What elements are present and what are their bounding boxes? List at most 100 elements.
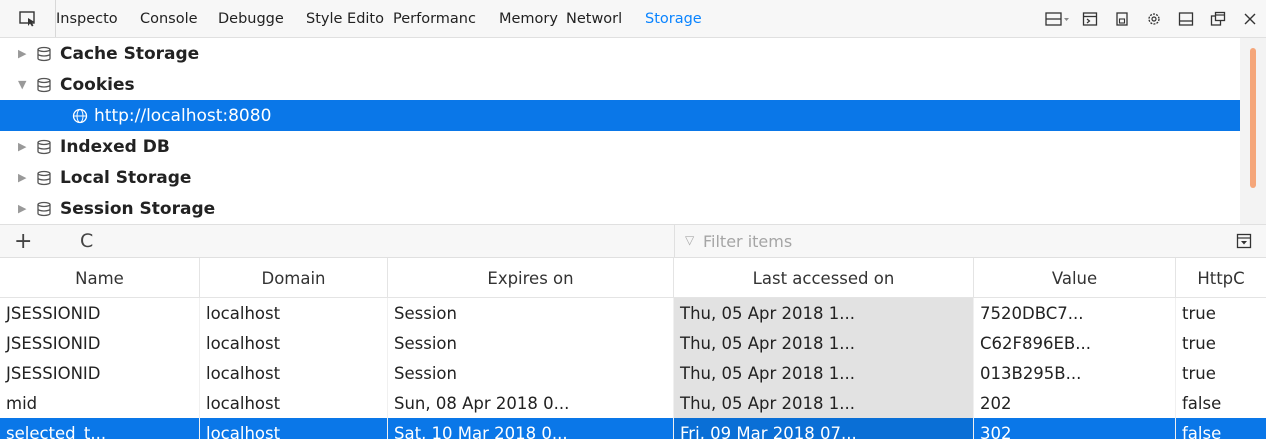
screenshot-button[interactable] xyxy=(1106,0,1138,37)
cell-last-accessed: Thu, 05 Apr 2018 1... xyxy=(674,388,974,418)
responsive-design-button[interactable] xyxy=(1042,0,1074,37)
expand-arrow-icon[interactable]: ▶ xyxy=(18,140,36,153)
expand-arrow-icon[interactable]: ▶ xyxy=(18,47,36,60)
column-header-expires[interactable]: Expires on xyxy=(388,258,674,298)
column-header-httponly[interactable]: HttpC xyxy=(1176,258,1266,298)
cell-expires: Session xyxy=(388,328,674,358)
undock-icon xyxy=(1210,11,1226,26)
tab-console[interactable]: Console xyxy=(140,11,212,27)
column-header-last-accessed[interactable]: Last accessed on xyxy=(674,258,974,298)
tree-item-cookie-host[interactable]: http://localhost:8080 xyxy=(0,100,1240,131)
tool-tabs: Inspecto Console Debugge Style Edito Per… xyxy=(56,0,718,37)
tree-item-cache-storage[interactable]: ▶ Cache Storage xyxy=(0,38,1240,69)
tree-item-label: Indexed DB xyxy=(60,136,170,157)
cell-httponly: false xyxy=(1176,418,1266,439)
cell-domain: localhost xyxy=(200,298,388,328)
picker-icon xyxy=(18,10,35,26)
settings-icon xyxy=(1148,13,1160,25)
devtools-toolbar: Inspecto Console Debugge Style Edito Per… xyxy=(0,0,1266,38)
table-header: Name Domain Expires on Last accessed on … xyxy=(0,258,1266,298)
tab-performance[interactable]: Performanc xyxy=(393,11,493,27)
cell-httponly: true xyxy=(1182,363,1216,383)
expand-arrow-icon[interactable]: ▶ xyxy=(18,202,36,215)
storage-tree: ▶ Cache Storage ▼ Cookies http://localho… xyxy=(0,38,1240,224)
cell-name: JSESSIONID xyxy=(0,328,200,358)
undock-button[interactable] xyxy=(1202,0,1234,37)
cell-last-accessed: Thu, 05 Apr 2018 1... xyxy=(674,358,974,388)
tab-storage[interactable]: Storage xyxy=(645,11,712,27)
tree-item-label: Session Storage xyxy=(60,198,216,219)
tab-memory[interactable]: Memory xyxy=(499,11,560,27)
screenshot-icon xyxy=(1116,12,1128,26)
filter-input[interactable] xyxy=(703,231,1232,251)
tab-inspector[interactable]: Inspecto xyxy=(56,11,134,27)
filter-box: ▽ xyxy=(674,225,1232,257)
cell-name: JSESSIONID xyxy=(0,358,200,388)
tree-item-local-storage[interactable]: ▶ Local Storage xyxy=(0,162,1240,193)
database-icon xyxy=(36,139,60,155)
sidebar-toggle-button[interactable] xyxy=(1234,231,1254,251)
cookies-table: Name Domain Expires on Last accessed on … xyxy=(0,258,1266,439)
cell-httponly: false xyxy=(1182,393,1222,413)
tree-item-cookies[interactable]: ▼ Cookies xyxy=(0,69,1240,100)
database-icon xyxy=(36,170,60,186)
tree-item-indexed-db[interactable]: ▶ Indexed DB xyxy=(0,131,1240,162)
cell-expires: Session xyxy=(388,358,674,388)
tab-style-editor[interactable]: Style Edito xyxy=(306,11,387,27)
column-header-value[interactable]: Value xyxy=(974,258,1176,298)
cell-expires: Session xyxy=(388,298,674,328)
cell-expires: Sun, 08 Apr 2018 0... xyxy=(388,388,674,418)
table-row-selected[interactable]: selected_t... localhost Sat, 10 Mar 2018… xyxy=(0,418,1266,439)
split-console-button[interactable] xyxy=(1074,0,1106,37)
cell-domain: localhost xyxy=(200,328,388,358)
cell-expires: Sat, 10 Mar 2018 0... xyxy=(388,418,674,439)
cell-domain: localhost xyxy=(200,418,388,439)
responsive-icon xyxy=(1045,12,1069,26)
sidebar-toggle-icon xyxy=(1236,233,1252,249)
cell-value: 202 xyxy=(974,388,1176,418)
storage-toolbar: + C ▽ xyxy=(0,224,1266,258)
cell-last-accessed: Thu, 05 Apr 2018 1... xyxy=(674,298,974,328)
collapse-arrow-icon[interactable]: ▼ xyxy=(18,78,36,91)
tree-item-session-storage[interactable]: ▶ Session Storage xyxy=(0,193,1240,224)
tree-item-label: Local Storage xyxy=(60,167,192,188)
cell-domain: localhost xyxy=(200,358,388,388)
database-icon xyxy=(36,77,60,93)
cell-value: C62F896EB... xyxy=(974,328,1176,358)
dock-button[interactable] xyxy=(1170,0,1202,37)
dock-icon xyxy=(1178,12,1194,26)
tree-scrollbar-thumb[interactable] xyxy=(1250,48,1256,188)
expand-arrow-icon[interactable]: ▶ xyxy=(18,171,36,184)
cell-value: 013B295B... xyxy=(974,358,1176,388)
cell-last-accessed: Fri, 09 Mar 2018 07... xyxy=(674,418,974,439)
column-header-name[interactable]: Name xyxy=(0,258,200,298)
cell-name: JSESSIONID xyxy=(0,298,200,328)
filter-icon: ▽ xyxy=(685,233,695,247)
table-row[interactable]: JSESSIONID localhost Session Thu, 05 Apr… xyxy=(0,298,1266,328)
database-icon xyxy=(36,201,60,217)
cell-name: selected_t... xyxy=(0,418,200,439)
cell-httponly: true xyxy=(1182,303,1216,323)
tree-item-label: Cache Storage xyxy=(60,43,200,64)
close-icon xyxy=(1244,13,1256,25)
cell-value: 7520DBC7... xyxy=(974,298,1176,328)
cell-httponly: true xyxy=(1182,333,1216,353)
tree-item-label: Cookies xyxy=(60,74,135,95)
refresh-button[interactable]: C xyxy=(80,230,93,252)
settings-button[interactable] xyxy=(1138,0,1170,37)
table-row[interactable]: JSESSIONID localhost Session Thu, 05 Apr… xyxy=(0,328,1266,358)
table-row[interactable]: mid localhost Sun, 08 Apr 2018 0... Thu,… xyxy=(0,388,1266,418)
tab-debugger[interactable]: Debugge xyxy=(218,11,300,27)
cell-name: mid xyxy=(0,388,200,418)
toolbox-buttons xyxy=(1042,0,1266,37)
database-icon xyxy=(36,46,60,62)
table-row[interactable]: JSESSIONID localhost Session Thu, 05 Apr… xyxy=(0,358,1266,388)
cell-last-accessed: Thu, 05 Apr 2018 1... xyxy=(674,328,974,358)
close-button[interactable] xyxy=(1234,0,1266,37)
column-header-domain[interactable]: Domain xyxy=(200,258,388,298)
tab-network[interactable]: Networl xyxy=(566,11,635,27)
split-console-icon xyxy=(1082,12,1098,26)
cell-value: 302 xyxy=(974,418,1176,439)
add-item-button[interactable]: + xyxy=(14,229,32,254)
element-picker-button[interactable] xyxy=(0,0,56,37)
